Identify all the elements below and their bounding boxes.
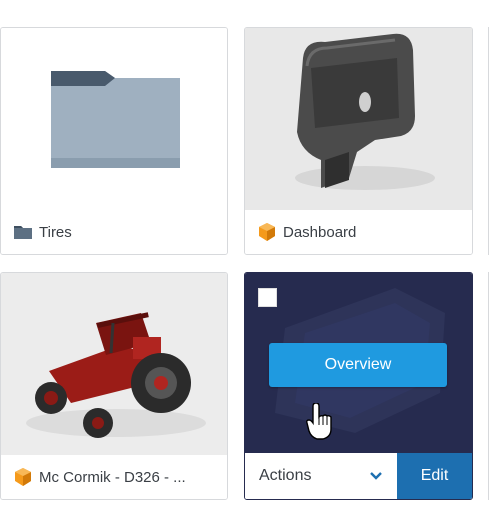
part-cube-icon	[259, 223, 275, 241]
hand-cursor-icon	[306, 403, 332, 440]
edit-button[interactable]: Edit	[397, 453, 472, 499]
part-thumbnail	[245, 28, 472, 211]
folder-card-tires[interactable]: Tires	[0, 27, 228, 255]
next-card-edge	[488, 27, 492, 255]
card-caption: Dashboard	[245, 210, 472, 254]
overview-button[interactable]: Overview	[269, 343, 447, 387]
folder-preview-icon	[51, 71, 180, 168]
card-label: Dashboard	[283, 223, 357, 241]
card-caption: Mc Cormik - D326 - ...	[1, 455, 227, 499]
actions-label: Actions	[259, 467, 312, 484]
part-cube-icon	[15, 468, 31, 486]
folder-icon	[14, 226, 32, 239]
actions-bar: Actions Edit	[245, 453, 472, 499]
chevron-down-icon	[370, 472, 382, 480]
select-checkbox[interactable]	[258, 288, 277, 307]
card-label: Tires	[39, 223, 72, 241]
part-card-dashboard[interactable]: Dashboard	[244, 27, 473, 255]
part-card-mc-cormik[interactable]: Mc Cormik - D326 - ...	[0, 272, 228, 500]
next-card-edge	[488, 272, 492, 500]
card-label: Mc Cormik - D326 - ...	[39, 468, 186, 486]
part-thumbnail	[1, 273, 227, 456]
card-caption: Tires	[1, 210, 227, 254]
folder-thumbnail	[1, 28, 227, 211]
hovered-card[interactable]: Overview Actions Edit	[244, 272, 473, 500]
tractor-model-image	[26, 312, 206, 438]
actions-dropdown[interactable]: Actions	[245, 453, 397, 499]
dashboard-model-image	[295, 33, 435, 190]
hover-overlay: Overview	[245, 273, 472, 455]
